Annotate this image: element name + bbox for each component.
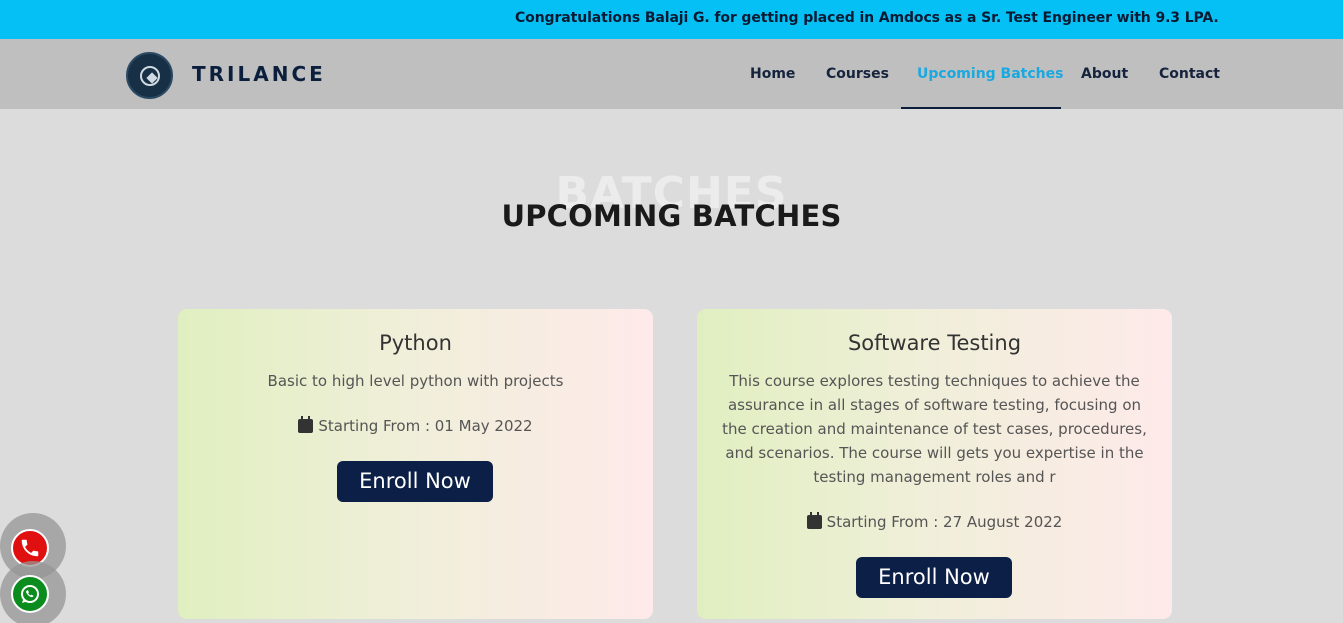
calendar-icon [298,416,314,433]
section-title: UPCOMING BATCHES [501,199,842,233]
logo-emblem-icon [140,66,160,86]
calendar-icon [806,512,822,529]
enroll-now-button[interactable]: Enroll Now [856,557,1012,598]
batch-description: This course explores testing techniques … [722,372,1147,486]
batch-date-text: Starting From : 01 May 2022 [318,417,533,435]
batch-card-software-testing: Software Testing This course explores te… [697,309,1172,619]
brand-logo[interactable] [126,52,173,99]
active-nav-underline [901,107,1061,109]
batch-title: Software Testing [847,331,1022,355]
batch-date-text: Starting From : 27 August 2022 [826,513,1063,531]
nav-contact[interactable]: Contact [1159,66,1220,82]
nav-courses[interactable]: Courses [826,66,889,82]
cube-icon [146,72,158,84]
batch-start-date: Starting From : 27 August 2022 [697,512,1172,531]
brand-name[interactable]: TRILANCE [192,62,326,86]
announcement-text: Congratulations Balaji G. for getting pl… [515,10,1219,26]
nav-about[interactable]: About [1081,66,1128,82]
whatsapp-fab[interactable] [0,561,66,623]
nav-upcoming-batches[interactable]: Upcoming Batches [917,66,1063,82]
batch-description: Basic to high level python with projects [267,372,564,390]
batch-card-python: Python Basic to high level python with p… [178,309,653,619]
batch-start-date: Starting From : 01 May 2022 [178,416,653,435]
whatsapp-icon[interactable] [11,575,49,613]
nav-home[interactable]: Home [750,66,795,82]
enroll-now-button[interactable]: Enroll Now [337,461,493,502]
batch-title: Python [379,331,452,355]
announcement-bar: Congratulations Balaji G. for getting pl… [0,0,1343,39]
navbar: TRILANCE Home Courses Upcoming Batches A… [0,39,1343,109]
